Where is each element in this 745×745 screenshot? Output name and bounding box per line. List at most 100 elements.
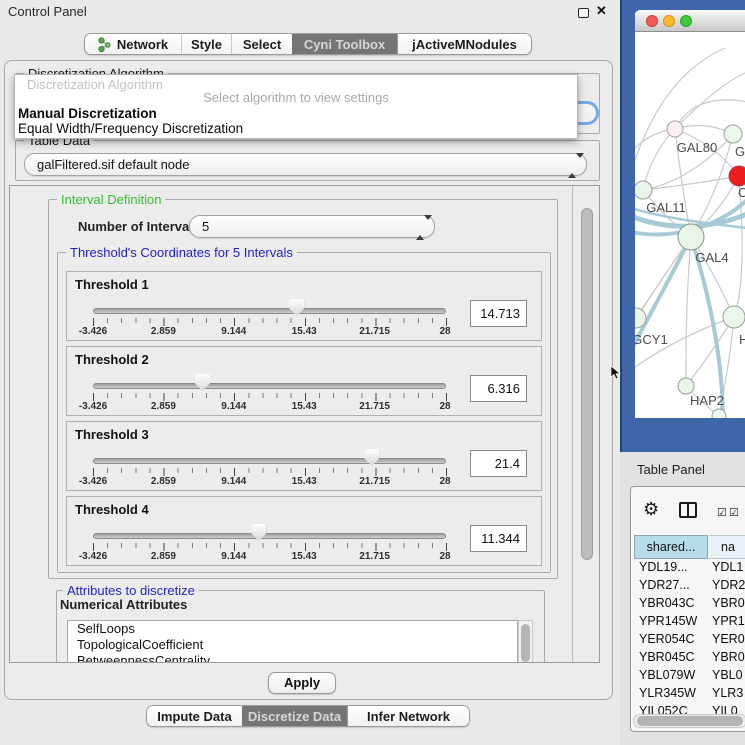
settings-scrollbar-thumb[interactable]	[581, 208, 593, 560]
slider-track[interactable]	[93, 308, 446, 314]
checkbox-icon[interactable]: ☑	[717, 506, 727, 519]
network-node[interactable]	[723, 306, 745, 328]
network-node[interactable]	[712, 409, 726, 418]
list-item[interactable]: SelfLoops	[68, 621, 517, 637]
network-node[interactable]	[724, 125, 742, 143]
slider-ticks-major	[93, 468, 448, 476]
cell-shared-name[interactable]: YDR27...	[639, 578, 707, 592]
tab-cyni-toolbox-label: Cyni Toolbox	[304, 37, 385, 52]
column-header-shared-name[interactable]: shared...	[634, 535, 708, 559]
attributes-group: Attributes to discretize Numerical Attri…	[56, 590, 545, 663]
network-node[interactable]	[678, 224, 704, 250]
number-of-intervals-combobox[interactable]: 5	[189, 215, 435, 238]
tab-cyni-toolbox[interactable]: Cyni Toolbox	[292, 34, 397, 54]
cell-name[interactable]: YDR2	[712, 578, 745, 592]
threshold-value-field[interactable]: 11.344	[470, 525, 527, 552]
numerical-attributes-label: Numerical Attributes	[60, 597, 187, 612]
checkbox-icon[interactable]: ☑	[729, 506, 739, 519]
network-icon	[98, 37, 111, 52]
tab-infer-network[interactable]: Infer Network	[347, 706, 469, 726]
network-node[interactable]	[667, 121, 683, 137]
threshold-value-field[interactable]: 6.316	[470, 375, 527, 402]
desktop-background: GAL80GACGAL11GAL4GCY1HAHAP2	[620, 0, 745, 452]
table-data-combobox[interactable]: galFiltered.sif default node	[24, 153, 587, 176]
tab-impute-data[interactable]: Impute Data	[147, 706, 242, 726]
slider-scale-label: 21.715	[343, 551, 407, 562]
table-row[interactable]: YDR27... YDR2	[634, 577, 745, 595]
cell-name[interactable]: YBL0	[712, 668, 743, 682]
mac-close-icon[interactable]	[646, 15, 658, 27]
cell-name[interactable]: YDL1	[712, 560, 743, 574]
cell-shared-name[interactable]: YER054C	[639, 632, 707, 646]
number-of-intervals-label: Number of Intervals	[78, 219, 200, 234]
threshold-title: Threshold 3	[75, 427, 149, 442]
column-header-name[interactable]: na	[709, 535, 745, 559]
table-row[interactable]: YBR043C YBR0	[634, 595, 745, 613]
table-row[interactable]: YER054C YER0	[634, 631, 745, 649]
network-node[interactable]	[635, 181, 652, 199]
table-row[interactable]: YIL052C YIL0	[634, 703, 745, 714]
tab-discretize-data-label: Discretize Data	[248, 709, 341, 724]
cell-name[interactable]: YER0	[712, 632, 745, 646]
scroll-divider	[572, 186, 573, 663]
table-row[interactable]: YBL079W YBL0	[634, 667, 745, 685]
cell-shared-name[interactable]: YBR045C	[639, 650, 707, 664]
network-node[interactable]	[729, 166, 745, 186]
cell-shared-name[interactable]: YDL19...	[639, 560, 707, 574]
cell-name[interactable]: YIL0	[712, 704, 738, 714]
cell-shared-name[interactable]: YBL079W	[639, 668, 707, 682]
list-item[interactable]: TopologicalCoefficient	[68, 637, 517, 653]
attributes-list-scrollbar[interactable]	[518, 620, 533, 663]
settings-scroll-panel: Interval Definition Number of Intervals …	[9, 185, 600, 663]
threshold-value-field[interactable]: 14.713	[470, 300, 527, 327]
network-canvas[interactable]: GAL80GACGAL11GAL4GCY1HAHAP2	[635, 32, 745, 418]
mac-zoom-icon[interactable]	[680, 15, 692, 27]
dropdown-item-manual-discretization[interactable]: Manual Discretization	[18, 106, 157, 121]
table-row[interactable]: YPR145W YPR1	[634, 613, 745, 631]
cell-shared-name[interactable]: YLR345W	[639, 686, 707, 700]
scrollbar-thumb[interactable]	[521, 624, 530, 662]
cell-name[interactable]: YPR1	[712, 614, 745, 628]
threshold-value-field[interactable]: 21.4	[470, 450, 527, 477]
cell-name[interactable]: YBR0	[712, 596, 745, 610]
list-item[interactable]: BetweennessCentrality	[68, 653, 517, 663]
float-window-icon[interactable]	[578, 8, 589, 18]
apply-button[interactable]: Apply	[268, 672, 336, 694]
cell-name[interactable]: YLR3	[712, 686, 743, 700]
table-row[interactable]: YLR345W YLR3	[634, 685, 745, 703]
slider-ticks-major	[93, 393, 448, 401]
slider-track[interactable]	[93, 458, 446, 464]
table-row[interactable]: YDL19... YDL1	[634, 559, 745, 577]
tab-jactivemnodules[interactable]: jActiveMNodules	[397, 34, 531, 54]
close-icon[interactable]: ✕	[596, 3, 607, 19]
gear-icon[interactable]: ⚙	[643, 499, 659, 520]
cell-shared-name[interactable]: YPR145W	[639, 614, 707, 628]
cell-name[interactable]: YBR0	[712, 650, 745, 664]
threshold-3-panel: Threshold 3 -3.4262.8599.14415.4321.7152…	[66, 421, 542, 491]
node-label: GCY1	[635, 332, 668, 347]
slider-track[interactable]	[93, 533, 446, 539]
numerical-attributes-list[interactable]: SelfLoopsTopologicalCoefficientBetweenne…	[67, 620, 518, 663]
cell-shared-name[interactable]: YIL052C	[639, 704, 707, 714]
table-row[interactable]: YBR045C YBR0	[634, 649, 745, 667]
slider-scale-label: 28	[413, 401, 477, 412]
tab-discretize-data[interactable]: Discretize Data	[242, 706, 347, 726]
mac-minimize-icon[interactable]	[663, 15, 675, 27]
network-node[interactable]	[678, 378, 694, 394]
slider-scale-label: 9.144	[202, 476, 266, 487]
slider-ticks-major	[93, 318, 448, 326]
threshold-2-panel: Threshold 2 -3.4262.8599.14415.4321.7152…	[66, 346, 542, 416]
scrollbar-thumb[interactable]	[637, 716, 743, 726]
cell-shared-name[interactable]: YBR043C	[639, 596, 707, 610]
network-window-titlebar[interactable]	[635, 10, 745, 32]
tab-select[interactable]: Select	[231, 34, 292, 54]
tab-style[interactable]: Style	[181, 34, 231, 54]
split-view-icon[interactable]	[679, 502, 697, 518]
table-header-row: shared... na	[633, 535, 745, 559]
table-horizontal-scrollbar[interactable]	[633, 714, 745, 728]
table-rows[interactable]: YDL19... YDL1 YDR27... YDR2 YBR043C YBR0 YPR14…	[634, 559, 745, 714]
slider-scale-label: 21.715	[343, 326, 407, 337]
tab-network[interactable]: Network	[85, 34, 181, 54]
dropdown-item-equal-width-frequency[interactable]: Equal Width/Frequency Discretization	[18, 121, 243, 136]
slider-track[interactable]	[93, 383, 446, 389]
